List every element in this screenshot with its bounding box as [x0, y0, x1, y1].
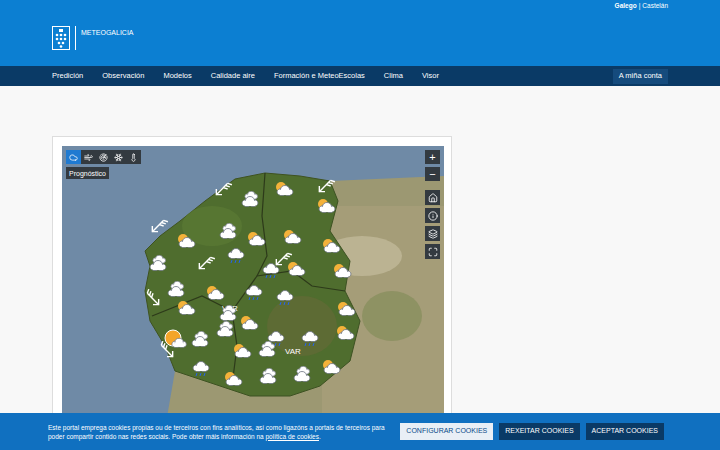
zoom-in-button[interactable]: + [425, 150, 440, 164]
wind-arrow-icon [142, 288, 164, 310]
account-button[interactable]: A miña conta [613, 69, 668, 84]
cookie-button[interactable]: CONFIGURAR COOKIES [400, 423, 493, 440]
control-icon [428, 211, 438, 221]
nav-item[interactable]: Calidade aire [211, 71, 255, 81]
sun-cloud-icon[interactable] [336, 301, 356, 317]
nav-item[interactable]: Clima [384, 71, 403, 81]
content: VARVARPrognóstico+− [0, 86, 720, 450]
site-name: METEOGALICIA [81, 26, 134, 37]
sun-cloud-icon[interactable] [176, 233, 196, 249]
map-control-button[interactable] [425, 190, 440, 205]
toolbar-button[interactable] [111, 150, 126, 164]
layer-icon [99, 153, 108, 162]
toolbar-button[interactable] [81, 150, 96, 164]
cloudy-icon[interactable] [240, 191, 260, 207]
sun-cloud-icon[interactable] [321, 359, 341, 375]
map-controls: +− [425, 150, 440, 259]
page: METEOGALICIA Galego|Castelán Predición Obse… [0, 0, 720, 450]
sun-cloud-icon[interactable] [232, 343, 252, 359]
language-separator: | [639, 2, 641, 66]
map-control-button[interactable] [425, 226, 440, 241]
nav-item[interactable]: Observación [102, 71, 144, 81]
control-icon [428, 229, 438, 239]
tooltip: Prognóstico [66, 167, 109, 179]
zone-label: VAR [285, 347, 301, 357]
control-icon [428, 247, 438, 257]
map-card: VARVARPrognóstico+− [52, 136, 452, 450]
spacer [425, 184, 440, 187]
cloudy-icon[interactable] [148, 255, 168, 271]
sun-cloud-icon[interactable] [316, 198, 336, 214]
cloudy-icon[interactable] [258, 368, 278, 384]
sun-cloud-icon[interactable] [332, 263, 352, 279]
zoom-out-button[interactable]: − [425, 167, 440, 181]
cookie-text: Este portal emprega cookies propias ou d… [48, 423, 400, 441]
wind-arrow-icon [147, 215, 169, 237]
main-nav: Predición Observación Modelos Calidade aire… [0, 66, 720, 86]
rain-icon[interactable] [191, 361, 211, 377]
nav-items: Predición Observación Modelos Calidade aire… [52, 71, 439, 81]
language-option[interactable]: Castelán [642, 2, 668, 66]
xunta-emblem-icon [52, 26, 70, 50]
layer-icon [69, 153, 78, 162]
rain-icon[interactable] [226, 248, 246, 264]
sun-cloud-icon[interactable] [205, 285, 225, 301]
sun-cloud-icon[interactable] [286, 261, 306, 277]
cookie-button[interactable]: ACEPTAR COOKIES [586, 423, 664, 440]
wind-arrow-icon [211, 178, 233, 200]
toolbar-button[interactable] [96, 150, 111, 164]
language-option[interactable]: Galego [615, 2, 637, 66]
cloudy-icon[interactable] [166, 281, 186, 297]
terrain-map-icon [62, 146, 444, 446]
logo-divider [75, 26, 76, 50]
cookie-policy-link[interactable]: política de cookies [266, 433, 319, 440]
map-control-button[interactable] [425, 208, 440, 223]
nav-item[interactable]: Modelos [163, 71, 191, 81]
rain-icon[interactable] [244, 285, 264, 301]
sun-cloud-icon[interactable] [282, 229, 302, 245]
layer-icon [84, 153, 93, 162]
wind-arrow-icon [314, 175, 336, 197]
control-icon [428, 193, 438, 203]
header: METEOGALICIA Galego|Castelán [0, 0, 720, 66]
sun-cloud-icon[interactable] [246, 231, 266, 247]
toolbar-button[interactable] [66, 150, 81, 164]
rain-icon[interactable] [275, 290, 295, 306]
nav-item[interactable]: Formación e MeteoEscolas [274, 71, 365, 81]
sun-cloud-icon[interactable] [274, 181, 294, 197]
sun-cloud-icon[interactable] [321, 238, 341, 254]
sun-icon[interactable] [162, 328, 188, 350]
cookie-banner: Este portal emprega cookies propias ou d… [0, 413, 720, 450]
sun-cloud-icon[interactable] [176, 300, 196, 316]
layer-icon [129, 153, 138, 162]
cloudy-icon[interactable] [218, 223, 238, 239]
nav-item[interactable]: Predición [52, 71, 83, 81]
cookie-buttons: CONFIGURAR COOKIES REXEITAR COOKIES ACEPTA… [400, 423, 664, 440]
map-control-button[interactable] [425, 244, 440, 259]
sun-cloud-icon[interactable] [223, 371, 243, 387]
forecast-map[interactable]: VARVARPrognóstico+− [62, 146, 444, 446]
wind-arrow-icon [194, 252, 216, 274]
rain-icon[interactable] [261, 263, 281, 279]
sun-cloud-icon[interactable] [239, 315, 259, 331]
nav-item[interactable]: Visor [422, 71, 439, 81]
layer-icon [114, 153, 123, 162]
cloudy-icon[interactable] [292, 366, 312, 382]
map-toolbar [66, 150, 141, 164]
rain-icon[interactable] [300, 331, 320, 347]
sun-cloud-icon[interactable] [335, 325, 355, 341]
cookie-button[interactable]: REXEITAR COOKIES [499, 423, 579, 440]
cloudy-icon[interactable] [257, 341, 277, 357]
cloudy-icon[interactable] [218, 305, 238, 321]
cloudy-icon[interactable] [215, 321, 235, 337]
logo[interactable]: METEOGALICIA [52, 0, 134, 66]
cloudy-icon[interactable] [190, 331, 210, 347]
language-switch: Galego|Castelán [615, 0, 668, 66]
toolbar-button[interactable] [126, 150, 141, 164]
